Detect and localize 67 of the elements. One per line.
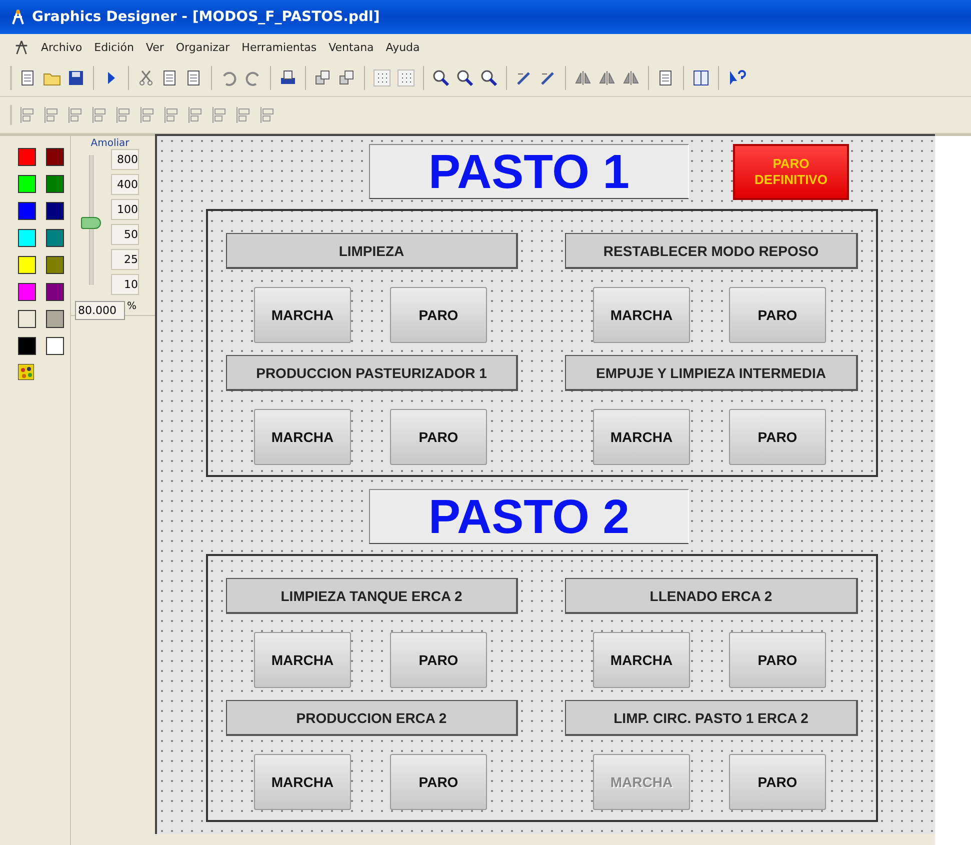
section-header: LIMPIEZA TANQUE ERCA 2 — [226, 578, 518, 614]
color-swatch[interactable] — [46, 148, 64, 166]
color-swatch[interactable] — [18, 283, 36, 301]
command-button[interactable]: MARCHA — [254, 287, 351, 343]
panel-title: PASTO 1 — [369, 144, 689, 199]
section-header: EMPUJE Y LIMPIEZA INTERMEDIA — [565, 355, 858, 391]
menu-item[interactable]: Herramientas — [242, 40, 317, 54]
color-swatch[interactable] — [18, 337, 36, 355]
color-swatch[interactable] — [46, 202, 64, 220]
command-button[interactable]: MARCHA — [593, 409, 690, 465]
command-button[interactable]: MARCHA — [254, 409, 351, 465]
command-button[interactable]: MARCHA — [254, 754, 351, 810]
color-swatch[interactable] — [46, 310, 64, 328]
menu-item[interactable]: Archivo — [41, 40, 82, 54]
command-button[interactable]: PARO — [729, 287, 826, 343]
command-button[interactable]: MARCHA — [593, 287, 690, 343]
color-swatch[interactable] — [46, 256, 64, 274]
color-swatch[interactable] — [18, 175, 36, 193]
color-swatch[interactable] — [18, 229, 36, 247]
window-title: Graphics Designer - [MODOS_F_PASTOS.pdl] — [32, 9, 380, 25]
color-swatch[interactable] — [18, 256, 36, 274]
color-swatch[interactable] — [46, 229, 64, 247]
zoom-label: Amoliar — [90, 138, 130, 149]
zoom-preset-button[interactable]: 400 — [111, 174, 139, 195]
zoom-preset-button[interactable]: 25 — [111, 249, 139, 270]
command-button[interactable]: MARCHA — [593, 632, 690, 688]
menu-item[interactable]: Ver — [146, 40, 164, 54]
zoom-preset-button[interactable]: 800 — [111, 149, 139, 170]
menu-item[interactable]: Ventana — [328, 40, 374, 54]
panel-title: PASTO 2 — [369, 489, 689, 544]
command-button[interactable]: MARCHA — [254, 632, 351, 688]
section-header: PRODUCCION ERCA 2 — [226, 700, 518, 736]
command-button[interactable]: PARO — [390, 409, 487, 465]
menu-item[interactable]: Ayuda — [386, 40, 420, 54]
command-button[interactable]: PARO — [729, 754, 826, 810]
save-icon[interactable] — [66, 68, 86, 88]
snap-grid-icon[interactable] — [396, 68, 416, 88]
command-button[interactable]: PARO — [390, 632, 487, 688]
zoom-field[interactable]: 80.000 — [75, 301, 125, 320]
color-swatch[interactable] — [46, 283, 64, 301]
menu-item[interactable]: Edición — [94, 40, 134, 54]
command-button[interactable]: PARO — [390, 287, 487, 343]
section-header: LIMP. CIRC. PASTO 1 ERCA 2 — [565, 700, 858, 736]
slider-thumb[interactable] — [81, 216, 101, 229]
library-icon[interactable] — [691, 68, 711, 88]
command-button[interactable]: PARO — [729, 409, 826, 465]
section-header: LLENADO ERCA 2 — [565, 578, 858, 614]
section-header: RESTABLECER MODO REPOSO — [565, 233, 858, 269]
menu-item[interactable]: Organizar — [176, 40, 230, 54]
flip-icon[interactable] — [573, 68, 593, 88]
color-swatch[interactable] — [18, 148, 36, 166]
zoom-preset-button[interactable]: 100 — [111, 199, 139, 220]
grid-icon[interactable] — [372, 68, 392, 88]
section-header: LIMPIEZA — [226, 233, 518, 269]
color-swatch[interactable] — [18, 310, 36, 328]
zoom-preset-button[interactable]: 50 — [111, 224, 139, 245]
zoom-preset-button[interactable]: 10 — [111, 274, 139, 295]
color-swatch[interactable] — [18, 202, 36, 220]
percent-unit: % — [127, 301, 137, 312]
custom-color-icon[interactable] — [18, 364, 34, 380]
compass-icon — [10, 9, 26, 25]
color-swatch[interactable] — [46, 175, 64, 193]
compass-icon — [14, 40, 29, 54]
command-button[interactable]: PARO — [729, 632, 826, 688]
section-header: PRODUCCION PASTEURIZADOR 1 — [226, 355, 518, 391]
color-swatch[interactable] — [46, 337, 64, 355]
command-button[interactable]: PARO — [390, 754, 487, 810]
